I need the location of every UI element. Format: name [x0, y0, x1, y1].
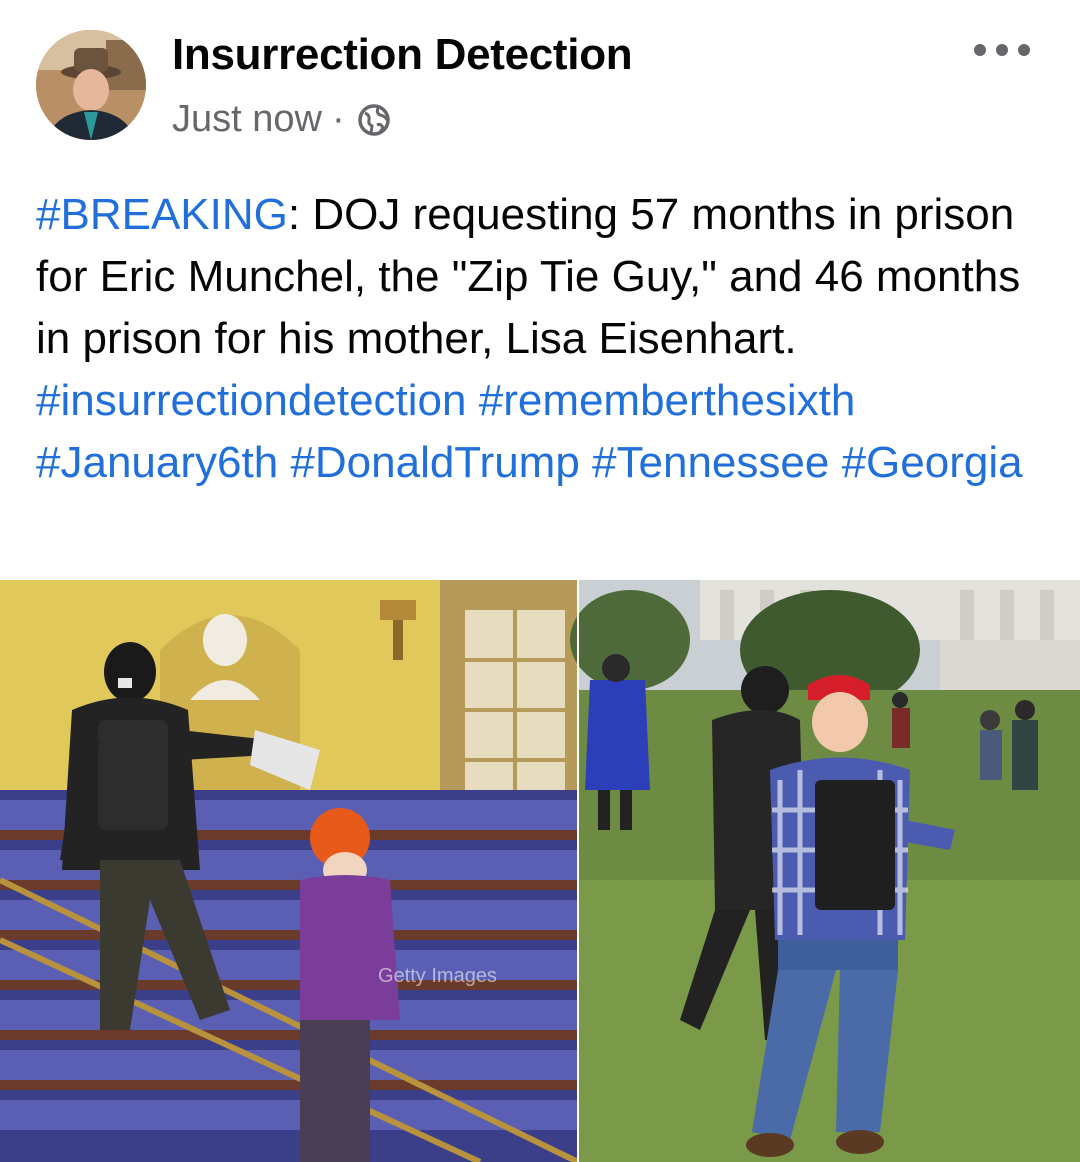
post-header: Insurrection Detection Just now ·: [0, 0, 1080, 160]
globe-icon[interactable]: [357, 103, 391, 137]
author-name[interactable]: Insurrection Detection: [172, 30, 633, 80]
more-options-icon[interactable]: [974, 30, 1030, 70]
post-photo[interactable]: Getty Images: [0, 580, 1080, 1162]
meta-separator: ·: [331, 98, 345, 140]
photo-watermark: Getty Images: [378, 965, 497, 987]
hashtag[interactable]: #insurrectiondetection: [36, 376, 466, 425]
hashtag[interactable]: #January6th: [36, 438, 278, 487]
hashtag[interactable]: #rememberthesixth: [479, 376, 856, 425]
hashtag[interactable]: #DonaldTrump: [290, 438, 579, 487]
timestamp[interactable]: Just now: [172, 98, 322, 141]
post-text: #BREAKING: DOJ requesting 57 months in p…: [36, 184, 1046, 494]
avatar[interactable]: [36, 30, 146, 140]
post-meta: Just now ·: [172, 98, 391, 141]
photo-right-panel: [570, 580, 1080, 1162]
hashtag[interactable]: #Tennessee: [592, 438, 829, 487]
hashtag-breaking[interactable]: #BREAKING: [36, 190, 288, 239]
photo-left-panel: Getty Images: [0, 580, 580, 1162]
hashtag[interactable]: #Georgia: [842, 438, 1023, 487]
